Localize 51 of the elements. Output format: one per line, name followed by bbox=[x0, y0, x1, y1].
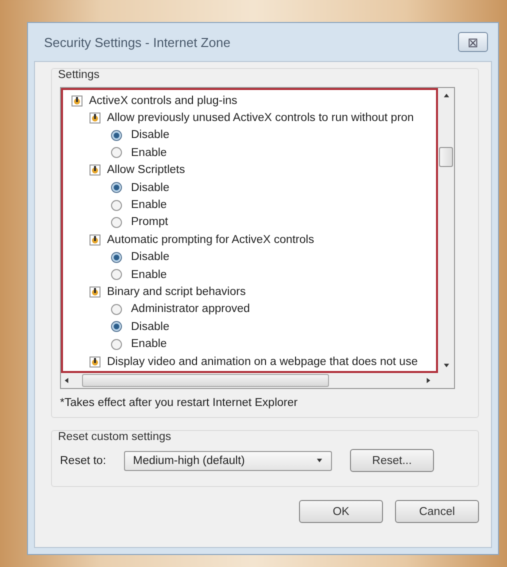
radio-button[interactable] bbox=[111, 321, 122, 332]
close-button[interactable]: ⊠ bbox=[458, 32, 488, 52]
radio-button[interactable] bbox=[111, 147, 122, 158]
settings-icon bbox=[71, 94, 83, 107]
setting-label: Allow Scriptlets bbox=[107, 164, 185, 176]
radio-option[interactable]: Administrator approved bbox=[71, 300, 436, 318]
setting-label: Display video and animation on a webpage that does not use bbox=[107, 356, 418, 368]
reset-button[interactable]: Reset... bbox=[350, 449, 434, 472]
group-label: Settings bbox=[58, 69, 101, 81]
settings-icon bbox=[89, 164, 101, 176]
right-arrow-icon[interactable] bbox=[425, 377, 432, 384]
radio-option[interactable]: Enable bbox=[71, 335, 436, 353]
settings-icon bbox=[89, 234, 101, 246]
horizontal-scrollbar[interactable] bbox=[61, 373, 454, 388]
radio-button[interactable] bbox=[111, 182, 122, 194]
level-dropdown[interactable]: Medium-high (default) bbox=[124, 450, 332, 471]
radio-button[interactable] bbox=[111, 269, 122, 280]
setting-label: Binary and script behaviors bbox=[107, 286, 246, 298]
setting-label: Allow previously unused ActiveX controls to run without pron bbox=[107, 112, 414, 124]
field-label: Reset to: bbox=[60, 454, 108, 467]
window-title: Security Settings - Internet Zone bbox=[44, 34, 230, 50]
radio-button[interactable] bbox=[111, 216, 122, 228]
down-arrow-icon[interactable] bbox=[442, 362, 450, 370]
settings-icon bbox=[89, 112, 101, 124]
category-label: ActiveX controls and plug-ins bbox=[89, 94, 238, 107]
radio-option[interactable]: Enable bbox=[71, 144, 436, 162]
left-arrow-icon[interactable] bbox=[63, 377, 70, 384]
setting-label: Automatic prompting for ActiveX controls bbox=[107, 234, 314, 246]
vertical-scrollbar[interactable] bbox=[438, 88, 454, 374]
radio-button[interactable] bbox=[111, 338, 122, 350]
radio-option[interactable]: Prompt bbox=[71, 214, 436, 232]
radio-option[interactable]: Disable bbox=[71, 318, 436, 336]
scroll-thumb[interactable] bbox=[439, 147, 453, 167]
scroll-thumb[interactable] bbox=[82, 374, 329, 388]
radio-button[interactable] bbox=[111, 130, 122, 141]
up-arrow-icon[interactable] bbox=[442, 92, 450, 99]
radio-option[interactable]: Enable bbox=[71, 196, 436, 214]
radio-option[interactable]: Enable bbox=[71, 266, 436, 284]
group-label: Reset custom settings bbox=[58, 431, 172, 444]
radio-button[interactable] bbox=[111, 252, 122, 263]
footnote: *Takes effect after you restart Internet Explorer bbox=[60, 397, 299, 410]
settings-icon bbox=[89, 356, 101, 368]
radio-option[interactable]: Disable bbox=[71, 178, 436, 196]
dialog-button[interactable]: OK bbox=[299, 500, 383, 523]
radio-button[interactable] bbox=[111, 304, 122, 315]
radio-option[interactable]: Disable bbox=[71, 126, 436, 144]
caret-icon[interactable] bbox=[316, 457, 323, 464]
dialog-button[interactable]: Cancel bbox=[395, 500, 479, 523]
settings-icon bbox=[89, 286, 101, 298]
radio-button[interactable] bbox=[111, 200, 122, 211]
radio-option[interactable]: Disable bbox=[71, 248, 436, 266]
